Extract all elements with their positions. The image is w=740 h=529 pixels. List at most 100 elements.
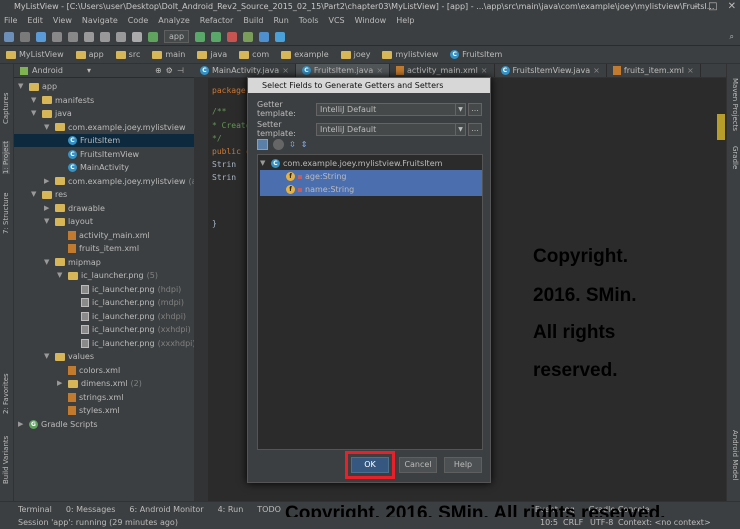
field-item[interactable]: f age:String xyxy=(260,170,482,183)
bottom-tool-terminal[interactable]: Terminal xyxy=(18,505,52,514)
breadcrumb-item[interactable]: com xyxy=(239,50,269,59)
tree-item[interactable]: ic_launcher.png (xxxhdpi) xyxy=(70,337,196,350)
tree-item[interactable]: activity_main.xml xyxy=(57,229,150,242)
close-icon[interactable]: × xyxy=(282,64,289,78)
stop-icon[interactable] xyxy=(227,31,238,42)
bottom-tool-0-messages[interactable]: 0: Messages xyxy=(66,505,116,514)
tree-item[interactable]: ▼ java xyxy=(31,107,72,120)
menu-item-view[interactable]: View xyxy=(53,14,72,28)
debug-icon[interactable] xyxy=(211,31,222,42)
menu-item-edit[interactable]: Edit xyxy=(27,14,43,28)
tree-item[interactable]: styles.xml xyxy=(57,404,120,417)
class-node[interactable]: ▼ C com.example.joey.mylistview.FruitsIt… xyxy=(260,157,442,170)
menu-item-run[interactable]: Run xyxy=(273,14,288,28)
editor-tab[interactable]: C FruitsItemView.java × xyxy=(495,64,607,77)
tree-item[interactable]: ▼ ic_launcher.png (5) xyxy=(57,269,158,282)
tree-item[interactable]: strings.xml xyxy=(57,391,123,404)
save-icon[interactable] xyxy=(20,31,30,42)
maximize-icon[interactable]: □ xyxy=(708,1,717,12)
collapse-all-icon[interactable]: ⇕ xyxy=(301,140,308,149)
tree-item[interactable]: ic_launcher.png (hdpi) xyxy=(70,283,181,296)
help-icon[interactable] xyxy=(275,31,286,42)
menu-item-build[interactable]: Build xyxy=(243,14,263,28)
tree-item[interactable]: fruits_item.xml xyxy=(57,242,139,255)
close-icon[interactable]: × xyxy=(376,64,383,78)
tool-maven-projects[interactable]: Maven Projects xyxy=(731,78,739,131)
tree-item[interactable]: ▶ dimens.xml (2) xyxy=(57,377,142,390)
breadcrumb-item[interactable]: joey xyxy=(340,50,370,59)
sdk-manager-icon[interactable] xyxy=(243,31,254,42)
cancel-button[interactable]: Cancel xyxy=(399,457,437,473)
breadcrumb-item[interactable]: main xyxy=(152,50,185,59)
caret-position[interactable]: 10:5 xyxy=(540,517,558,529)
close-icon[interactable]: ✕ xyxy=(728,1,736,12)
editor-tab[interactable]: C MainActivity.java × xyxy=(194,64,296,77)
tree-item[interactable]: ▼ mipmap xyxy=(44,256,101,269)
avd-manager-icon[interactable] xyxy=(259,31,270,42)
close-icon[interactable]: × xyxy=(593,64,600,78)
bottom-tool-6-android-monitor[interactable]: 6: Android Monitor xyxy=(129,505,203,514)
tree-item[interactable]: ▼ res xyxy=(31,188,67,201)
tool-captures[interactable]: Captures xyxy=(2,93,10,124)
settings-icon[interactable]: ⚙ xyxy=(166,66,173,75)
menu-item-tools[interactable]: Tools xyxy=(299,14,319,28)
menu-item-help[interactable]: Help xyxy=(396,14,414,28)
tree-item[interactable]: ic_launcher.png (mdpi) xyxy=(70,296,184,309)
tool-android-model[interactable]: Android Model xyxy=(731,430,739,480)
run-icon[interactable] xyxy=(195,31,206,42)
bottom-tool-todo[interactable]: TODO xyxy=(257,505,281,514)
search-icon[interactable]: ⌕ xyxy=(730,32,734,42)
sync-tree-icon[interactable]: ⊕ xyxy=(155,66,162,75)
tool-structure[interactable]: 7: Structure xyxy=(2,192,10,234)
breadcrumb-item[interactable]: C FruitsItem xyxy=(450,50,502,59)
sync-icon[interactable] xyxy=(36,31,46,42)
editor-tab[interactable]: activity_main.xml × xyxy=(390,64,495,78)
tree-item[interactable]: ▶com.example.joey.mylistview(andro xyxy=(44,175,215,188)
menu-item-window[interactable]: Window xyxy=(355,14,387,28)
tree-item[interactable]: ▼ com.example.joey.mylistview xyxy=(44,121,185,134)
help-button[interactable]: Help xyxy=(444,457,482,473)
menu-item-code[interactable]: Code xyxy=(128,14,148,28)
paste-icon[interactable] xyxy=(116,31,126,42)
minimize-icon[interactable]: – xyxy=(693,1,698,12)
sort-alpha-icon[interactable] xyxy=(257,139,268,150)
editor-tab[interactable]: C FruitsItem.java × xyxy=(295,64,391,78)
cut-icon[interactable] xyxy=(84,31,94,42)
tree-item[interactable]: C FruitsItemView xyxy=(57,148,139,161)
getter-more-button[interactable]: ... xyxy=(468,102,482,116)
tool-build-variants[interactable]: Build Variants xyxy=(2,436,10,484)
setter-more-button[interactable]: ... xyxy=(468,122,482,136)
breadcrumb-item[interactable]: src xyxy=(115,50,140,59)
redo-icon[interactable] xyxy=(68,31,78,42)
close-icon[interactable]: × xyxy=(481,64,488,78)
menu-item-navigate[interactable]: Navigate xyxy=(82,14,118,28)
breadcrumb-item[interactable]: mylistview xyxy=(382,50,438,59)
hide-icon[interactable]: ⊣ xyxy=(177,66,184,75)
tool-project[interactable]: 1: Project xyxy=(2,141,10,174)
breadcrumb-item[interactable]: app xyxy=(75,50,104,59)
editor-tab[interactable]: fruits_item.xml × xyxy=(607,64,701,77)
menu-item-file[interactable]: File xyxy=(4,14,17,28)
tree-item[interactable]: ▼ layout xyxy=(44,215,93,228)
tree-item[interactable]: ▼ values xyxy=(44,350,94,363)
tree-item[interactable]: ▶ drawable xyxy=(44,202,105,215)
run-config-select[interactable]: app xyxy=(164,30,190,43)
tree-item[interactable]: ▶ G Gradle Scripts xyxy=(18,418,98,431)
copy-icon[interactable] xyxy=(100,31,110,42)
breadcrumb-item[interactable]: MyListView xyxy=(6,50,64,59)
setter-template-select[interactable]: IntelliJ Default ▼ xyxy=(316,122,466,136)
tool-favorites[interactable]: 2: Favorites xyxy=(2,373,10,414)
tree-item[interactable]: ic_launcher.png (xhdpi) xyxy=(70,310,186,323)
tree-item[interactable]: colors.xml xyxy=(57,364,120,377)
field-item[interactable]: f name:String xyxy=(260,183,482,196)
tree-item[interactable]: ▼ manifests xyxy=(31,94,94,107)
getter-template-select[interactable]: IntelliJ Default ▼ xyxy=(316,102,466,116)
undo-icon[interactable] xyxy=(52,31,62,42)
chevron-down-icon[interactable]: ▾ xyxy=(87,66,91,75)
context-indicator[interactable]: Context: <no context> xyxy=(618,517,711,529)
tree-item[interactable]: ▼ app xyxy=(18,80,57,93)
tree-item[interactable]: C FruitsItem xyxy=(14,134,194,147)
breadcrumb-item[interactable]: example xyxy=(281,50,329,59)
expand-all-icon[interactable]: ⇳ xyxy=(289,140,296,149)
bottom-tool-4-run[interactable]: 4: Run xyxy=(218,505,244,514)
